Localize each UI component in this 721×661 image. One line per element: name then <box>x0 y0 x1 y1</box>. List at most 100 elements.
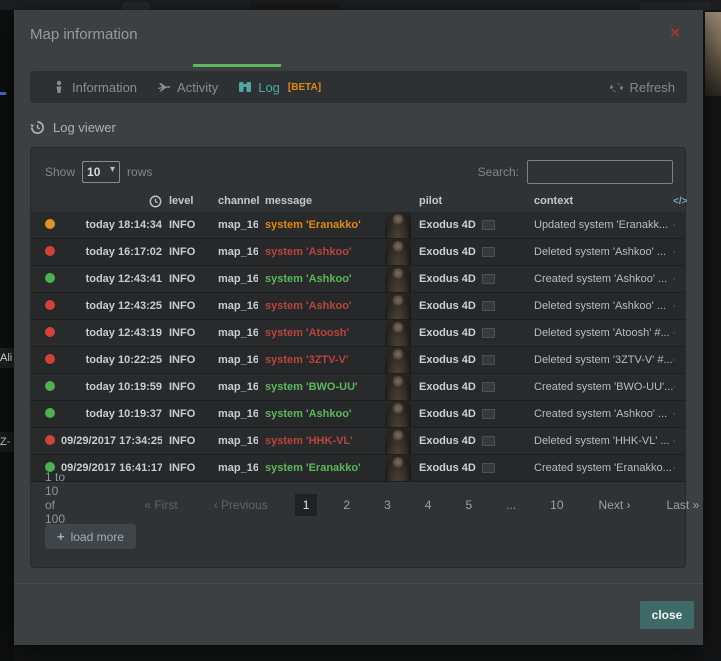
log-level: INFO <box>162 462 211 474</box>
log-time: today 18:14:34 <box>61 219 162 231</box>
plus-icon: + <box>57 529 65 544</box>
header-channel[interactable]: channel <box>211 195 258 207</box>
browser-bar-fragment <box>250 3 340 10</box>
table-row[interactable]: today 12:43:41 INFO map_16 system 'Ashko… <box>31 266 685 293</box>
pilot-avatar <box>385 266 411 292</box>
log-level: INFO <box>162 219 211 231</box>
log-channel: map_16 <box>211 219 258 231</box>
log-context: Deleted system 'Ashkoo' ... <box>534 246 673 258</box>
log-message: system 'HHK-VL' <box>258 435 385 447</box>
status-dot <box>45 219 55 229</box>
log-context: Deleted system 'HHK-VL' ... <box>534 435 673 447</box>
pagination-nav: « First ‹ Previous 12345... 10 Next › Las… <box>126 494 717 516</box>
pilot-name: Exodus 4D <box>419 219 476 231</box>
search-input[interactable] <box>527 160 673 184</box>
pagination-first[interactable]: « First <box>134 494 187 516</box>
table-row[interactable]: today 16:17:02 INFO map_16 system 'Ashko… <box>31 239 685 266</box>
tab-information[interactable]: Information <box>42 71 147 103</box>
header-context[interactable]: context <box>534 195 673 207</box>
pagination: 1 to 10 of 100 rows « First ‹ Previous 1… <box>31 492 685 518</box>
log-time: today 12:43:25 <box>61 300 162 312</box>
table-row[interactable]: 09/29/2017 17:34:25 INFO map_16 system '… <box>31 428 685 455</box>
page-background-left <box>0 10 14 661</box>
refresh-button[interactable]: Refresh <box>610 80 675 95</box>
log-channel: map_16 <box>211 327 258 339</box>
log-time: today 12:43:19 <box>61 327 162 339</box>
log-message: system 'Ashkoo' <box>258 408 385 420</box>
log-context: Created system 'BWO-UU'... <box>534 381 673 393</box>
pagination-page-5[interactable]: 5 <box>457 494 480 516</box>
header-message[interactable]: message <box>258 195 385 207</box>
log-channel: map_16 <box>211 435 258 447</box>
log-time: today 10:19:37 <box>61 408 162 420</box>
table-row[interactable]: today 12:43:19 INFO map_16 system 'Atoos… <box>31 320 685 347</box>
pilot-avatar <box>385 239 411 265</box>
code-icon: </> <box>673 196 687 207</box>
table-row[interactable]: today 10:19:37 INFO map_16 system 'Ashko… <box>31 401 685 428</box>
table-row[interactable]: today 18:14:34 INFO map_16 system 'Erana… <box>31 212 685 239</box>
log-level: INFO <box>162 300 211 312</box>
log-level: INFO <box>162 273 211 285</box>
pagination-pages: 12345... 10 <box>286 494 581 516</box>
log-message: system 'BWO-UU' <box>258 381 385 393</box>
log-context: Created system 'Ashkoo' ... <box>534 273 673 285</box>
log-viewer-heading: Log viewer <box>30 117 687 137</box>
log-context: Deleted system 'Ashkoo' ... <box>534 300 673 312</box>
log-message: system 'Eranakko' <box>258 219 385 231</box>
pagination-next[interactable]: Next › <box>589 494 641 516</box>
status-dot <box>45 273 55 283</box>
progress-bar <box>193 64 281 67</box>
pilot-name: Exodus 4D <box>419 408 476 420</box>
pagination-last[interactable]: Last » <box>657 494 710 516</box>
pagination-page-1[interactable]: 1 <box>295 494 318 516</box>
code-icon: </> <box>673 220 675 230</box>
pagination-page-4[interactable]: 4 <box>417 494 440 516</box>
pilot-name: Exodus 4D <box>419 381 476 393</box>
page-size-select[interactable]: 10 <box>82 161 120 183</box>
pilot-name: Exodus 4D <box>419 354 476 366</box>
pagination-page-3[interactable]: 3 <box>376 494 399 516</box>
table-row[interactable]: today 10:22:25 INFO map_16 system '3ZTV-… <box>31 347 685 374</box>
pilot-avatar <box>385 428 411 454</box>
log-channel: map_16 <box>211 246 258 258</box>
beta-badge: [BETA] <box>288 82 321 93</box>
load-more-button[interactable]: + load more <box>45 524 136 549</box>
pagination-page-10[interactable]: 10 <box>542 494 571 516</box>
log-time: today 16:17:02 <box>61 246 162 258</box>
pilot-avatar <box>385 455 411 481</box>
browser-bar-fragment <box>640 2 710 10</box>
dialog-title: Map information <box>30 26 138 43</box>
log-channel: map_16 <box>211 381 258 393</box>
dialog-footer: close <box>14 583 703 645</box>
table-row[interactable]: 09/29/2017 16:41:17 INFO map_16 system '… <box>31 455 685 482</box>
load-more-label: load more <box>71 530 124 544</box>
tab-log[interactable]: Log [BETA] <box>228 71 331 103</box>
pagination-page-...[interactable]: ... <box>498 494 524 516</box>
code-icon: </> <box>673 409 675 419</box>
log-time: 09/29/2017 17:34:25 <box>61 435 162 447</box>
log-level: INFO <box>162 327 211 339</box>
pilot-avatar <box>385 212 411 238</box>
log-time: 09/29/2017 16:41:17 <box>61 462 162 474</box>
header-pilot[interactable]: pilot <box>415 195 534 207</box>
refresh-label: Refresh <box>629 80 675 95</box>
close-icon[interactable]: × <box>665 23 685 43</box>
header-level[interactable]: level <box>162 195 211 207</box>
log-channel: map_16 <box>211 462 258 474</box>
tab-activity[interactable]: Activity <box>147 71 228 103</box>
pagination-previous[interactable]: ‹ Previous <box>204 494 278 516</box>
log-level: INFO <box>162 246 211 258</box>
show-label: Show <box>45 165 75 179</box>
background-portrait-fragment <box>705 12 721 96</box>
page-background-bottom <box>14 645 703 661</box>
table-row[interactable]: today 12:43:25 INFO map_16 system 'Ashko… <box>31 293 685 320</box>
pilot-card-icon <box>482 436 495 446</box>
pilot-name: Exodus 4D <box>419 300 476 312</box>
table-row[interactable]: today 10:19:59 INFO map_16 system 'BWO-U… <box>31 374 685 401</box>
pilot-card-icon <box>482 382 495 392</box>
close-button[interactable]: close <box>640 601 694 629</box>
pilot-avatar <box>385 401 411 427</box>
pilot-name: Exodus 4D <box>419 273 476 285</box>
pagination-page-2[interactable]: 2 <box>335 494 358 516</box>
pilot-avatar <box>385 293 411 319</box>
